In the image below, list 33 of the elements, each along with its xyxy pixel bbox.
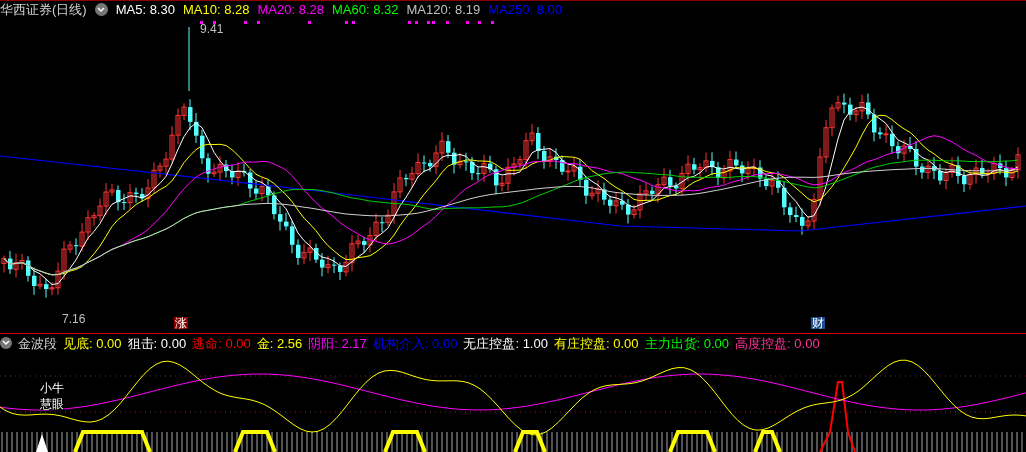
ma-legend-item: MA120: 8.19 [406,3,481,17]
ma-legend-item: MA250: 8.00 [488,3,562,17]
indicator-legend-item: 有庄控盘: 0.00 [553,336,639,350]
indicator-legend-item: 金: 2.56 [256,336,303,350]
dropdown-icon[interactable] [94,3,108,17]
chart-title: 华西证券(日线) [0,3,87,17]
indicator-legend-item: 主力出货: 0.00 [644,336,730,350]
band-trapezoid [753,430,782,452]
indicator-legend-item: 逃命: 0.00 [192,336,251,350]
signal-peak [36,434,48,452]
band-trapezoid [383,430,427,452]
indicator-legend-item: 见底: 0.00 [63,336,122,350]
high-price-label: 9.41 [200,22,224,35]
indicator-legend-item: 阴阳: 2.17 [308,336,367,350]
signal-label: 小牛 [40,382,64,394]
indicator-legend-item: 无庄控盘: 1.00 [463,336,548,350]
indicator-legend-item: 狙击: 0.00 [127,336,187,350]
ma-legend-item: MA20: 8.28 [257,3,324,17]
indicator-legend-item: 机构介入: 0.00 [372,336,458,350]
band-trapezoid [233,430,277,452]
ma-legend-item: MA60: 8.32 [332,3,399,17]
band-trapezoid [668,430,717,452]
event-marker[interactable]: 涨 [174,316,188,329]
signal-label: 慧眼 [40,398,64,410]
indicator-title: 金波段 [18,336,57,350]
dropdown-icon[interactable] [0,337,12,350]
ma-legend-item: MA10: 8.28 [182,3,250,17]
indicator-legend-item: 高度控盘: 0.00 [735,336,820,350]
low-price-label: 7.16 [62,312,86,325]
ma-legend-item: MA5: 8.30 [115,3,175,17]
band-trapezoid [513,430,547,452]
signal-spike [819,381,856,452]
event-marker[interactable]: 财 [811,316,825,329]
